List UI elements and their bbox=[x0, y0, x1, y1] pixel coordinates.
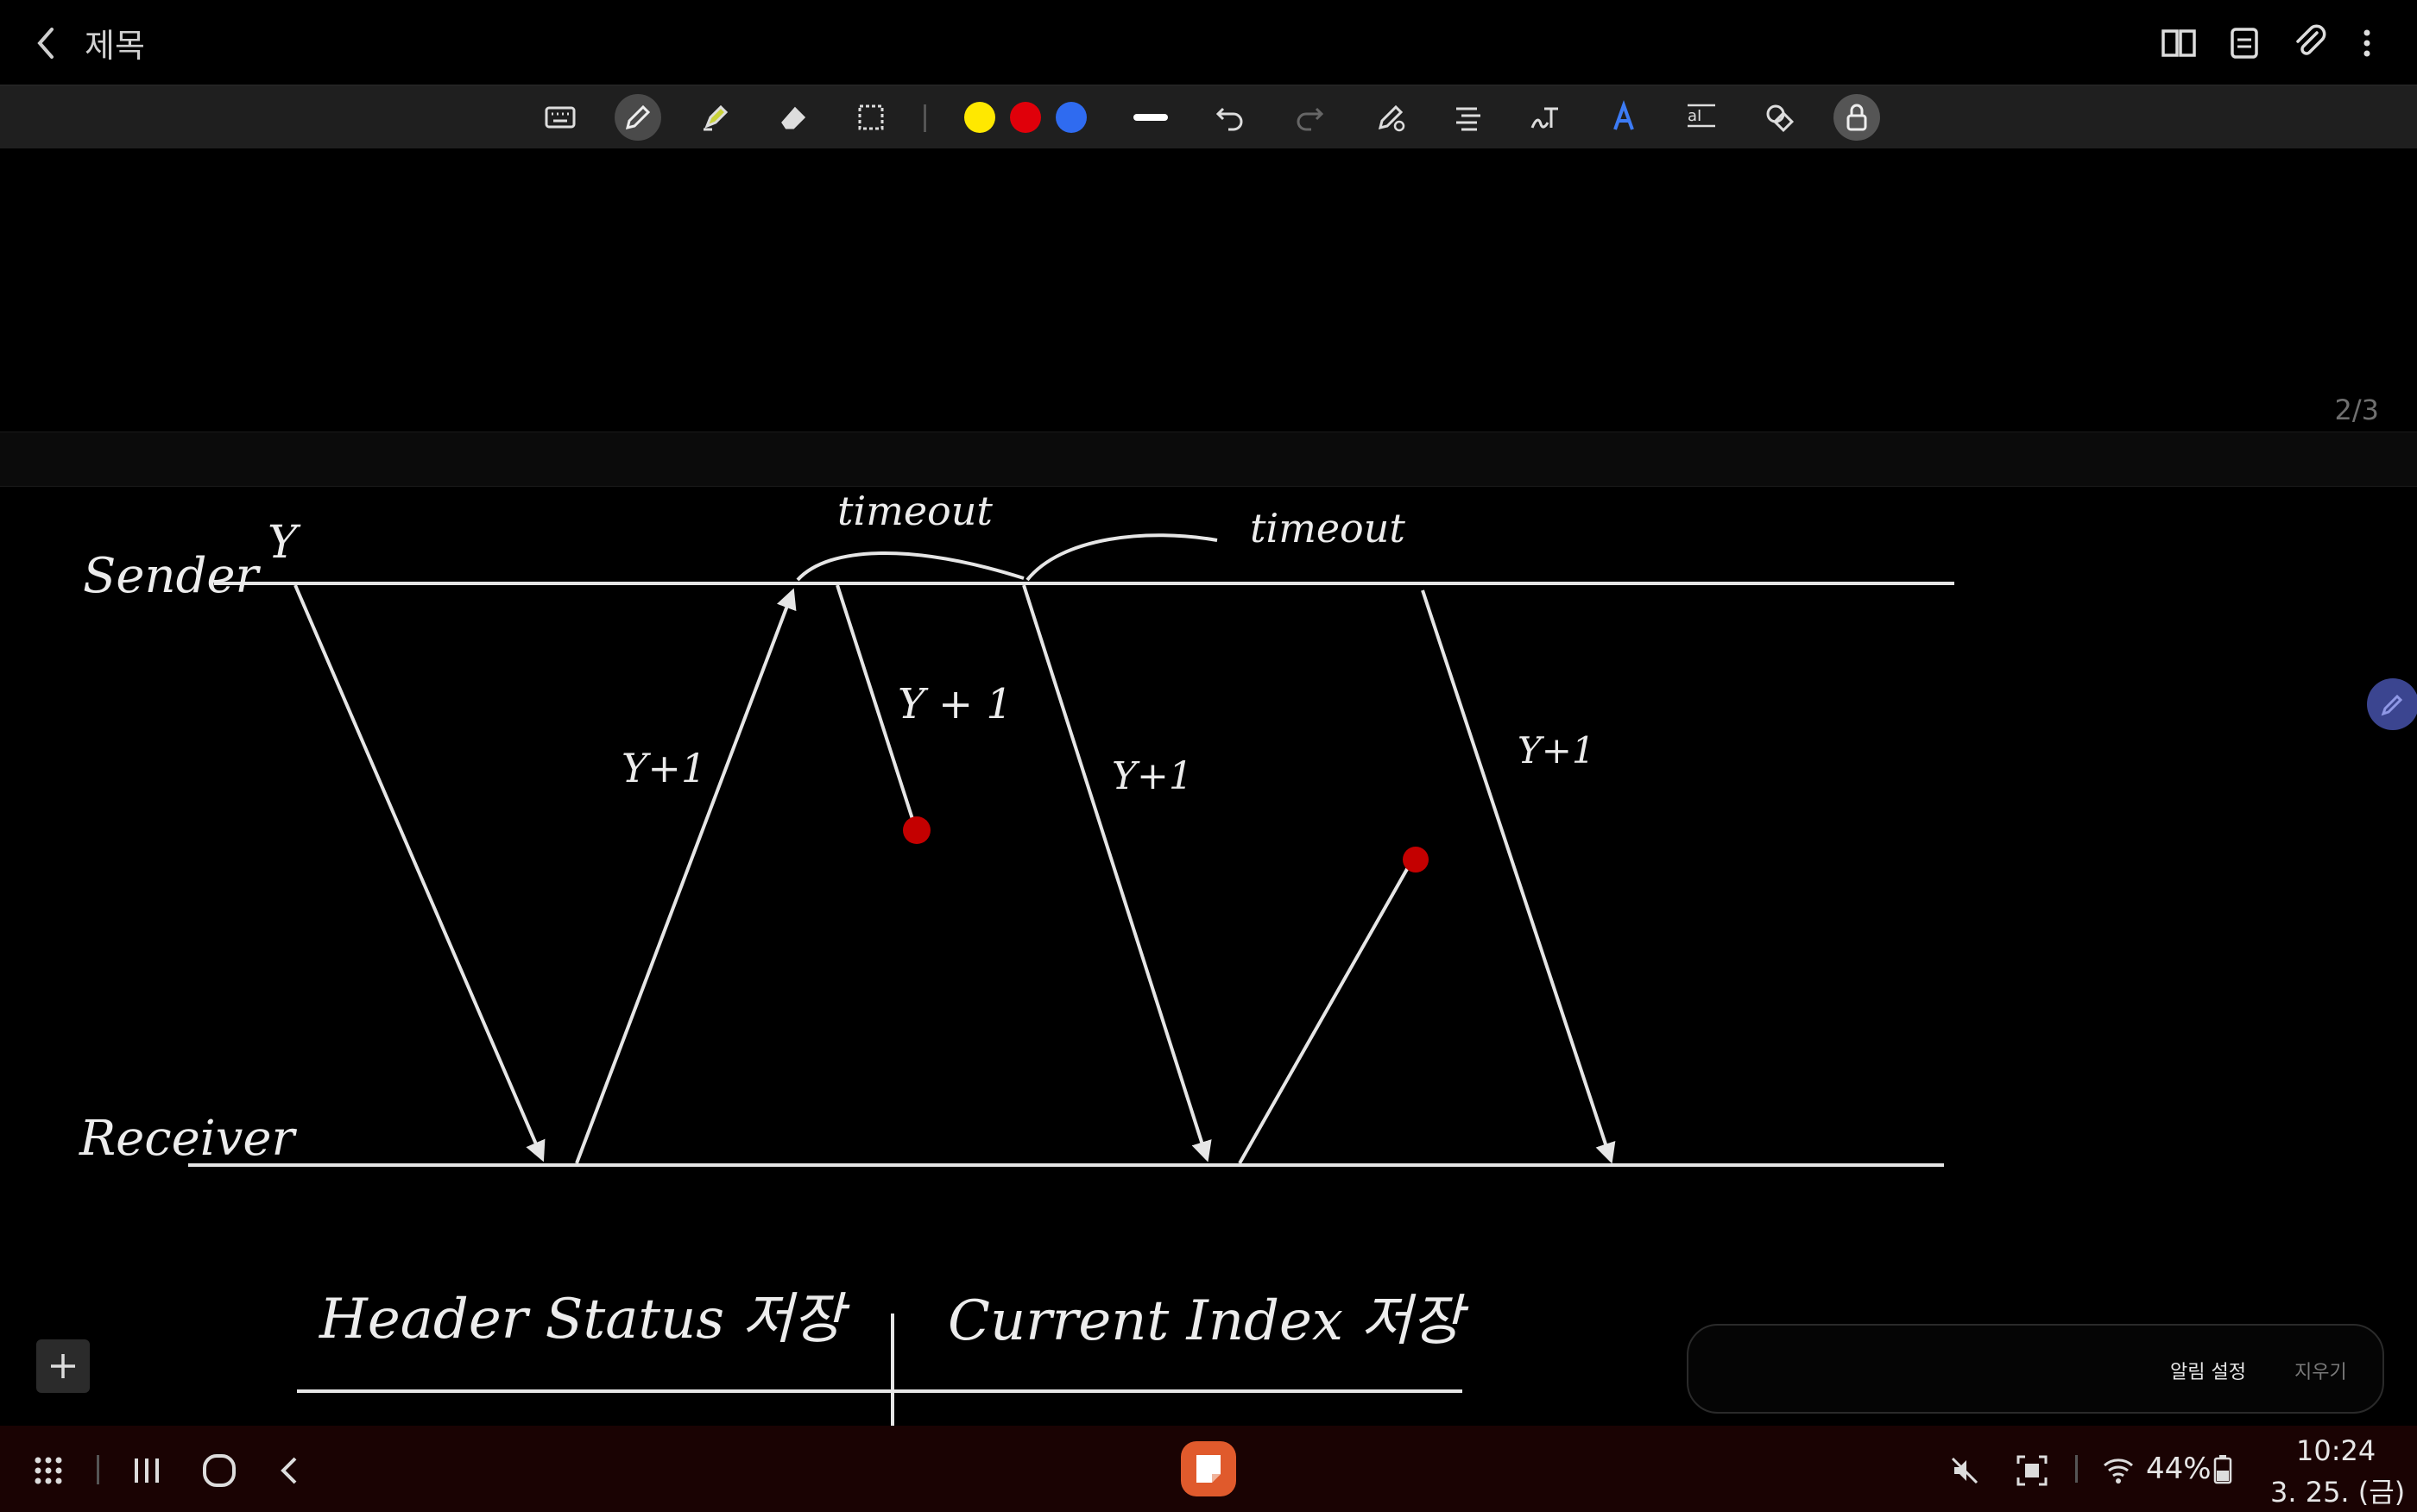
ack-y1-label-1: Y+1 bbox=[622, 745, 706, 791]
nav-back-icon[interactable] bbox=[268, 1448, 312, 1493]
mute-icon bbox=[1942, 1448, 1987, 1493]
stroke-width-icon[interactable] bbox=[1127, 94, 1174, 141]
timeout-curve-1 bbox=[796, 551, 1025, 582]
eraser-icon[interactable] bbox=[770, 94, 817, 141]
seq-y1-label-3: Y+1 bbox=[1518, 729, 1595, 772]
keyboard-icon[interactable] bbox=[537, 94, 584, 141]
more-icon[interactable] bbox=[2346, 22, 2388, 64]
back-icon[interactable] bbox=[26, 22, 67, 64]
side-pen-button[interactable] bbox=[2367, 678, 2417, 730]
selection-icon[interactable] bbox=[848, 94, 894, 141]
timeout-curve-2 bbox=[1025, 533, 1218, 582]
highlighter-icon[interactable] bbox=[692, 94, 739, 141]
attach-icon[interactable] bbox=[2289, 22, 2331, 64]
seq-y1-label-2: Y+1 bbox=[1112, 754, 1193, 798]
ack-loss-mark bbox=[1403, 847, 1429, 873]
page-indicator: 2/3 bbox=[2334, 394, 2380, 426]
battery-percent: 44% bbox=[2146, 1452, 2212, 1486]
text-convert-icon[interactable]: aI bbox=[1678, 94, 1725, 141]
current-index-label: Current Index 저장 bbox=[948, 1289, 1469, 1353]
pen-icon[interactable] bbox=[615, 94, 661, 141]
samsung-notes-app-icon[interactable] bbox=[1181, 1441, 1236, 1496]
pen-toolbar: aI bbox=[0, 85, 2417, 150]
arrow-sender-to-receiver-2 bbox=[1022, 584, 1212, 1162]
status-divider bbox=[2075, 1455, 2078, 1483]
add-page-button[interactable] bbox=[36, 1339, 90, 1393]
color-swatch-blue[interactable] bbox=[1056, 102, 1087, 133]
color-swatch-red[interactable] bbox=[1010, 102, 1041, 133]
page-separator bbox=[0, 432, 2417, 487]
notification-panel: 알림 설정 지우기 bbox=[1687, 1324, 2384, 1414]
canvas-page-previous[interactable] bbox=[0, 148, 2417, 432]
timeout-label-2: timeout bbox=[1250, 505, 1405, 551]
pen-settings-icon[interactable] bbox=[1367, 94, 1414, 141]
handwritten-drawing[interactable]: Sender Receiver Y Y+1 Y + 1 Y+1 Y+1 time… bbox=[0, 485, 2417, 1426]
receiver-label: Receiver bbox=[79, 1111, 297, 1167]
clock-time: 10:24 bbox=[2296, 1434, 2376, 1467]
nav-divider bbox=[97, 1455, 99, 1484]
home-icon[interactable] bbox=[197, 1448, 242, 1493]
redo-icon[interactable] bbox=[1286, 94, 1333, 141]
arrow-sender-to-receiver-1 bbox=[293, 584, 546, 1162]
arrow-receiver-to-sender-1 bbox=[575, 588, 797, 1164]
sender-label: Sender bbox=[83, 548, 262, 604]
wifi-icon bbox=[2096, 1448, 2141, 1493]
clock-date: 3. 25. (금) bbox=[2270, 1476, 2406, 1509]
recent-apps-icon[interactable] bbox=[124, 1448, 169, 1493]
header-status-label: Header Status 저장 bbox=[319, 1288, 850, 1351]
notification-settings-button[interactable]: 알림 설정 bbox=[2170, 1357, 2246, 1384]
svg-text:aI: aI bbox=[1688, 107, 1701, 125]
shapes-icon[interactable] bbox=[1756, 94, 1802, 141]
undo-icon[interactable] bbox=[1207, 94, 1253, 141]
page-list-icon[interactable] bbox=[2224, 22, 2265, 64]
notification-clear-button[interactable]: 지우기 bbox=[2294, 1357, 2347, 1384]
timeout-label-1: timeout bbox=[837, 488, 993, 534]
arrow-sender-to-receiver-3 bbox=[1421, 589, 1616, 1164]
text-color-icon[interactable] bbox=[1600, 94, 1647, 141]
apps-grid-icon[interactable] bbox=[26, 1448, 71, 1493]
arrow-lost-ack bbox=[1238, 862, 1412, 1164]
title-bar: 제목 bbox=[0, 0, 2417, 85]
packet-loss-mark bbox=[903, 816, 931, 844]
text-style-icon[interactable] bbox=[1445, 94, 1492, 141]
screen-capture-icon bbox=[2010, 1448, 2054, 1493]
book-icon[interactable] bbox=[2158, 22, 2199, 64]
handwriting-icon[interactable] bbox=[1523, 94, 1569, 141]
battery-icon bbox=[2213, 1455, 2232, 1484]
lock-icon[interactable] bbox=[1833, 94, 1880, 141]
note-title[interactable]: 제목 bbox=[85, 19, 145, 66]
color-swatch-yellow[interactable] bbox=[964, 102, 995, 133]
seq-y1-label-lost: Y + 1 bbox=[898, 680, 1013, 728]
system-navigation-bar: 44% 10:24 3. 25. (금) bbox=[0, 1426, 2417, 1512]
toolbar-divider bbox=[924, 104, 926, 132]
seq-y-label: Y bbox=[268, 517, 301, 569]
